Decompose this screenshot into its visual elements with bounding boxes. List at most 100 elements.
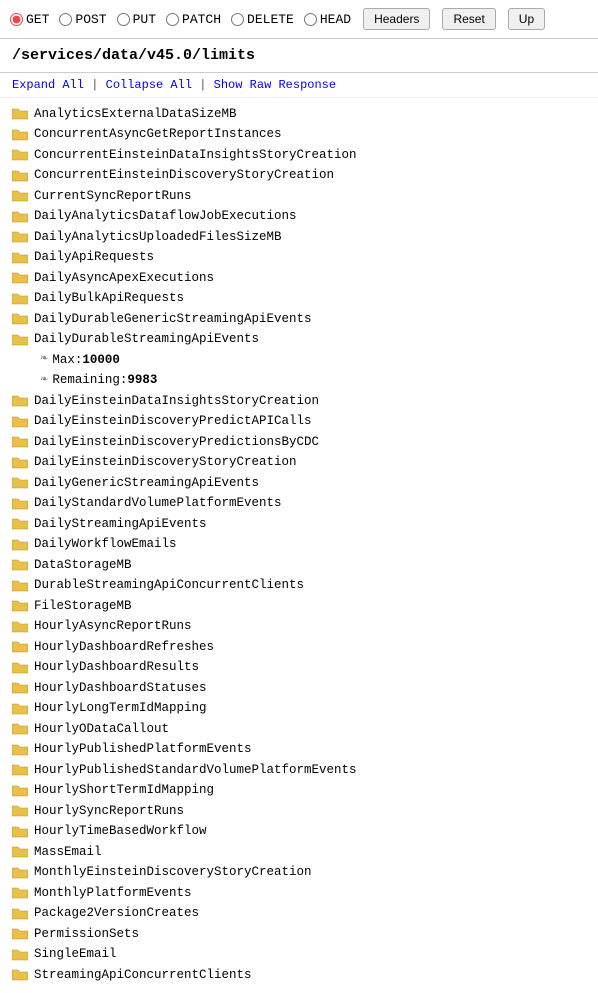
url-display: /services/data/v45.0/limits xyxy=(0,39,598,73)
tree-item-label: DailyGenericStreamingApiEvents xyxy=(34,475,259,493)
folder-icon xyxy=(12,825,30,839)
list-item[interactable]: HourlyDashboardRefreshes xyxy=(12,637,586,658)
tree-item-label: DailyAsyncApexExecutions xyxy=(34,270,214,288)
list-item[interactable]: HourlyShortTermIdMapping xyxy=(12,781,586,802)
list-item[interactable]: AnalyticsExternalDataSizeMB xyxy=(12,104,586,125)
list-item[interactable]: DailyEinsteinDataInsightsStoryCreation xyxy=(12,391,586,412)
method-delete[interactable]: DELETE xyxy=(231,12,294,27)
tree-item-label: ConcurrentEinsteinDataInsightsStoryCreat… xyxy=(34,147,357,165)
folder-icon xyxy=(12,579,30,593)
tree-item-label: HourlyTimeBasedWorkflow xyxy=(34,823,207,841)
list-item[interactable]: HourlyDashboardResults xyxy=(12,658,586,679)
list-item[interactable]: HourlyPublishedStandardVolumePlatformEve… xyxy=(12,760,586,781)
folder-icon xyxy=(12,312,30,326)
tree-item-label: DailyDurableStreamingApiEvents xyxy=(34,331,259,349)
list-item[interactable]: DataStorageMB xyxy=(12,555,586,576)
headers-button[interactable]: Headers xyxy=(363,8,430,30)
reset-button[interactable]: Reset xyxy=(442,8,495,30)
list-item[interactable]: DailyWorkflowEmails xyxy=(12,535,586,556)
tree-item-label: DailyBulkApiRequests xyxy=(34,290,184,308)
list-item[interactable]: MassEmail xyxy=(12,842,586,863)
tree-item-label: DailyAnalyticsUploadedFilesSizeMB xyxy=(34,229,282,247)
list-item: ❧ Remaining: 9983 xyxy=(12,371,586,392)
folder-icon xyxy=(12,148,30,162)
folder-icon xyxy=(12,538,30,552)
list-item[interactable]: DailyDurableStreamingApiEvents xyxy=(12,330,586,351)
tree-item-label: ConcurrentAsyncGetReportInstances xyxy=(34,126,282,144)
list-item[interactable]: SingleEmail xyxy=(12,945,586,966)
folder-icon xyxy=(12,845,30,859)
list-item[interactable]: FileStorageMB xyxy=(12,596,586,617)
list-item[interactable]: HourlyTimeBasedWorkflow xyxy=(12,822,586,843)
folder-icon xyxy=(12,743,30,757)
list-item[interactable]: DailyEinsteinDiscoveryStoryCreation xyxy=(12,453,586,474)
list-item[interactable]: DurableStreamingApiConcurrentClients xyxy=(12,576,586,597)
list-item[interactable]: CurrentSyncReportRuns xyxy=(12,186,586,207)
list-item[interactable]: DailyStreamingApiEvents xyxy=(12,514,586,535)
list-item[interactable]: MonthlyPlatformEvents xyxy=(12,883,586,904)
tree-item-label: HourlyLongTermIdMapping xyxy=(34,700,207,718)
folder-icon xyxy=(12,210,30,224)
folder-icon xyxy=(12,722,30,736)
tree-item-label: SingleEmail xyxy=(34,946,117,964)
folder-icon xyxy=(12,907,30,921)
list-item[interactable]: HourlyPublishedPlatformEvents xyxy=(12,740,586,761)
tree-item-label: HourlyODataCallout xyxy=(34,721,169,739)
folder-icon xyxy=(12,415,30,429)
method-radio-group: GET POST PUT PATCH DELETE HEAD xyxy=(10,12,351,27)
list-item[interactable]: DailyDurableGenericStreamingApiEvents xyxy=(12,309,586,330)
folder-icon xyxy=(12,169,30,183)
folder-icon xyxy=(12,968,30,982)
tree-item-label: DailyApiRequests xyxy=(34,249,154,267)
list-item[interactable]: DailyApiRequests xyxy=(12,248,586,269)
list-item[interactable]: DailyGenericStreamingApiEvents xyxy=(12,473,586,494)
list-item[interactable]: HourlyAsyncReportRuns xyxy=(12,617,586,638)
tree-item-label: DailyDurableGenericStreamingApiEvents xyxy=(34,311,312,329)
tree-item-label: DailyAnalyticsDataflowJobExecutions xyxy=(34,208,297,226)
list-item[interactable]: ConcurrentEinsteinDiscoveryStoryCreation xyxy=(12,166,586,187)
expand-all-link[interactable]: Expand All xyxy=(12,78,84,92)
property-key: Remaining: xyxy=(52,372,127,390)
list-item[interactable]: DailyBulkApiRequests xyxy=(12,289,586,310)
list-item[interactable]: PermissionSets xyxy=(12,924,586,945)
list-item[interactable]: HourlyLongTermIdMapping xyxy=(12,699,586,720)
list-item[interactable]: HourlyDashboardStatuses xyxy=(12,678,586,699)
folder-icon xyxy=(12,886,30,900)
list-item[interactable]: DailyAnalyticsUploadedFilesSizeMB xyxy=(12,227,586,248)
method-post[interactable]: POST xyxy=(59,12,106,27)
actions-bar: Expand All | Collapse All | Show Raw Res… xyxy=(0,73,598,98)
property-value: 10000 xyxy=(82,352,120,370)
list-item[interactable]: StreamingApiConcurrentClients xyxy=(12,965,586,986)
method-get[interactable]: GET xyxy=(10,12,49,27)
tree-item-label: Package2VersionCreates xyxy=(34,905,199,923)
list-item[interactable]: HourlyODataCallout xyxy=(12,719,586,740)
folder-icon xyxy=(12,948,30,962)
list-item[interactable]: DailyEinsteinDiscoveryPredictionsByCDC xyxy=(12,432,586,453)
method-patch[interactable]: PATCH xyxy=(166,12,221,27)
list-item[interactable]: ConcurrentEinsteinDataInsightsStoryCreat… xyxy=(12,145,586,166)
list-item[interactable]: HourlySyncReportRuns xyxy=(12,801,586,822)
list-item[interactable]: DailyAsyncApexExecutions xyxy=(12,268,586,289)
list-item[interactable]: DailyAnalyticsDataflowJobExecutions xyxy=(12,207,586,228)
folder-icon xyxy=(12,456,30,470)
tree-item-label: DataStorageMB xyxy=(34,557,132,575)
folder-icon xyxy=(12,558,30,572)
list-item[interactable]: DailyStandardVolumePlatformEvents xyxy=(12,494,586,515)
tree-item-label: MonthlyEinsteinDiscoveryStoryCreation xyxy=(34,864,312,882)
bullet-icon: ❧ xyxy=(40,374,48,388)
tree-item-label: HourlyShortTermIdMapping xyxy=(34,782,214,800)
method-put[interactable]: PUT xyxy=(117,12,156,27)
bullet-icon: ❧ xyxy=(40,353,48,367)
folder-icon xyxy=(12,784,30,798)
show-raw-response-link[interactable]: Show Raw Response xyxy=(214,78,336,92)
list-item[interactable]: ConcurrentAsyncGetReportInstances xyxy=(12,125,586,146)
method-head[interactable]: HEAD xyxy=(304,12,351,27)
list-item: ❧ Max: 10000 xyxy=(12,350,586,371)
tree-item-label: StreamingApiConcurrentClients xyxy=(34,967,252,985)
tree-item-label: ConcurrentEinsteinDiscoveryStoryCreation xyxy=(34,167,334,185)
up-button[interactable]: Up xyxy=(508,8,545,30)
list-item[interactable]: DailyEinsteinDiscoveryPredictAPICalls xyxy=(12,412,586,433)
list-item[interactable]: MonthlyEinsteinDiscoveryStoryCreation xyxy=(12,863,586,884)
collapse-all-link[interactable]: Collapse All xyxy=(106,78,192,92)
folder-icon xyxy=(12,804,30,818)
